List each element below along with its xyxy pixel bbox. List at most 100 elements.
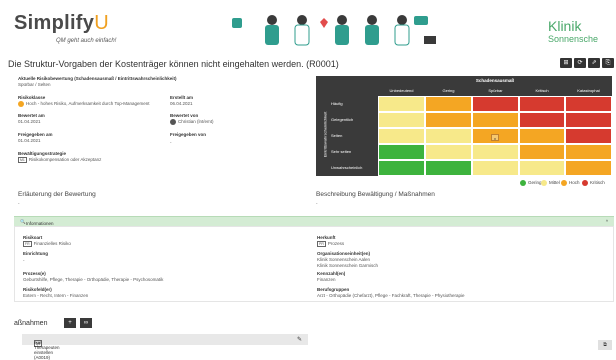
risikoart-chip: FR xyxy=(23,241,32,247)
legend-item: Hoch xyxy=(561,180,580,186)
herkunft-value: PR Prozess xyxy=(317,241,344,247)
legend-item: Gering xyxy=(520,180,542,186)
legend-label: Kritisch xyxy=(590,180,605,186)
matrix-cell[interactable] xyxy=(472,144,519,160)
explanation-title: Erläuterung der Bewertung xyxy=(18,191,96,198)
matrix-cell[interactable] xyxy=(519,160,565,176)
matrix-cell[interactable] xyxy=(378,112,425,128)
legend-label: Gering xyxy=(528,180,542,186)
matrix-cell[interactable] xyxy=(565,128,612,144)
matrix-cell[interactable] xyxy=(519,96,565,112)
matrix-cell[interactable] xyxy=(378,160,425,176)
matrix-cell[interactable] xyxy=(425,144,472,160)
chevron-up-icon[interactable]: ^ xyxy=(606,219,608,224)
matrix-cell[interactable] xyxy=(378,96,425,112)
app-logo[interactable]: SimplifyU xyxy=(14,12,109,35)
matrix-row-label: Sehr selten xyxy=(331,149,352,154)
matrix-cell[interactable] xyxy=(565,144,612,160)
matrix-cell[interactable] xyxy=(472,112,519,128)
matrix-row-label: Selten xyxy=(331,133,343,138)
rated-by-text[interactable]: Christian (lnt/emt) xyxy=(178,119,214,124)
herkunft-chip: PR xyxy=(317,241,326,247)
matrix-cell[interactable] xyxy=(425,160,472,176)
info-accordion-header[interactable]: 🔍 Informationen zum Risiko ^ xyxy=(14,216,614,231)
measures-title: aßnahmen xyxy=(14,320,48,327)
prozess-label: Prozess(e) xyxy=(23,271,46,276)
copy-icon[interactable]: ⧉ xyxy=(598,340,612,350)
herkunft-label: Herkunft xyxy=(317,235,336,240)
measure-name: eue Therapeuten einstellen (A0019) xyxy=(34,340,60,360)
matrix-cell[interactable] xyxy=(425,96,472,112)
matrix-current-marker[interactable]: x xyxy=(491,134,499,141)
logo-u: U xyxy=(94,12,109,34)
logo-tagline: QM geht auch einfach! xyxy=(56,38,117,44)
client-name: Klinik xyxy=(548,18,582,34)
matrix-cell[interactable] xyxy=(519,144,565,160)
risikoart-text: Finanzielles Risiko xyxy=(33,241,71,247)
released-label: Freigegeben am xyxy=(18,132,53,137)
matrix-col-label: Unbedeutend xyxy=(389,88,414,93)
risikofeld-label: Risikofeld(er) xyxy=(23,287,52,292)
matrix-col-label: Kritisch xyxy=(535,88,549,93)
matrix-cell[interactable] xyxy=(378,128,425,144)
matrix-side-header: Eintrittswahrscheinlichkeit Häufig Geleg… xyxy=(316,76,378,176)
toolbar-button-1[interactable]: ⊞ xyxy=(560,58,572,68)
released-value: 01.04.2021 xyxy=(18,138,41,143)
matrix-cell[interactable] xyxy=(565,96,612,112)
legend-label: Mittel xyxy=(549,180,560,186)
org-value-1: Klinik Sonnenschein Aalen xyxy=(317,257,371,262)
matrix-col-label: Spürbar xyxy=(488,88,503,93)
assessment-label: Aktuelle Risikobewertung (Schadensausmaß… xyxy=(18,76,177,81)
strategy-text: Risikokompensation oder Akzeptanz xyxy=(28,157,102,163)
user-avatar-icon xyxy=(170,119,176,125)
strategy-chip: M1 xyxy=(18,157,27,163)
measure-row[interactable]: Meue Therapeuten einstellen (A0019) ✎ xyxy=(22,334,308,360)
edit-icon[interactable]: ✎ xyxy=(297,336,302,343)
class-value: Hoch - hohes Risiko, Aufmerksamkeit durc… xyxy=(18,101,149,107)
info-accordion-title: 🔍 Informationen zum Risiko xyxy=(20,219,54,231)
assessment-value: Spürbar / Selten xyxy=(18,82,51,87)
matrix-cell[interactable] xyxy=(519,112,565,128)
class-label: Risikoklasse xyxy=(18,95,46,100)
logo-text: Simplify xyxy=(14,12,95,34)
rated-by-value: Christian (lnt/emt) xyxy=(170,119,214,125)
matrix-cell[interactable] xyxy=(565,160,612,176)
matrix-cell[interactable] xyxy=(425,112,472,128)
client-name-sub: Sonnensche xyxy=(548,34,599,44)
info-panel: Risikoart FR Finanzielles Risiko Herkunft… xyxy=(14,226,614,302)
class-value-text: Hoch - hohes Risiko, Aufmerksamkeit durc… xyxy=(26,101,150,107)
legend-label: Hoch xyxy=(569,180,580,186)
matrix-cell[interactable] xyxy=(519,128,565,144)
matrix-row-label: Gelegentlich xyxy=(331,117,354,122)
matrix-cell[interactable] xyxy=(565,112,612,128)
matrix-column-header: Unbedeutend Gering Spürbar Kritisch Kata… xyxy=(378,86,612,96)
matrix-col-label: Katastrophal xyxy=(577,88,600,93)
matrix-cell[interactable] xyxy=(425,128,472,144)
matrix-cell[interactable] xyxy=(472,160,519,176)
legend-dot-icon xyxy=(520,180,526,186)
strategy-label: Bewältigungsstrategie xyxy=(18,151,67,156)
rated-value: 01.04.2021 xyxy=(18,119,41,124)
berufs-label: Berufsgruppen xyxy=(317,287,350,292)
header-illustration xyxy=(232,15,436,46)
risk-matrix: Eintrittswahrscheinlichkeit Häufig Geleg… xyxy=(316,76,612,176)
kennzahl-label: Kennzahl(en) xyxy=(317,271,346,276)
matrix-row-label: Häufig xyxy=(331,101,343,106)
berufs-value: Arzt - Orthopädie (Chefarzt), Pflege - F… xyxy=(317,293,465,298)
risikofeld-value: Extern - Recht, Intern - Finanzen xyxy=(23,293,89,298)
coping-value: - xyxy=(316,201,318,206)
link-measure-button[interactable]: ∞ xyxy=(80,318,92,328)
kennzahl-value: Finanzen xyxy=(317,277,336,282)
matrix-cell[interactable] xyxy=(472,96,519,112)
app-header: SimplifyU QM geht auch einfach! Klinik S… xyxy=(0,0,616,52)
add-measure-button[interactable]: + xyxy=(64,318,76,328)
einrichtung-value: - xyxy=(23,258,25,263)
released-by-label: Freigegeben von xyxy=(170,132,207,137)
toolbar-button-4[interactable]: ⎘ xyxy=(602,58,614,68)
matrix-cell[interactable] xyxy=(378,144,425,160)
org-value-2: Klinik Sonnenschein Garmisch xyxy=(317,263,379,268)
class-dot-icon xyxy=(18,101,24,107)
toolbar-button-2[interactable]: ⟳ xyxy=(574,58,586,68)
prozess-value: Geburtshilfe, Pflege, Therapie - Orthopä… xyxy=(23,277,164,282)
toolbar-button-3[interactable]: ⇗ xyxy=(588,58,600,68)
